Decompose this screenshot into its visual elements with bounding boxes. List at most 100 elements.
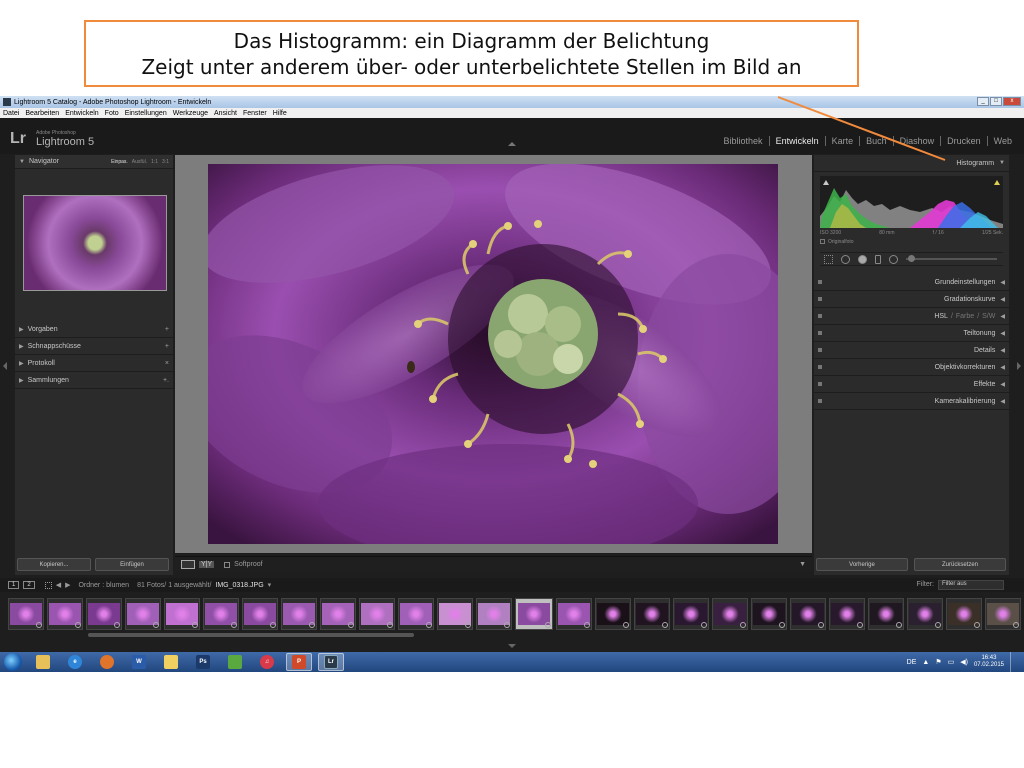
- forward-arrow-icon[interactable]: ▶: [65, 581, 70, 589]
- panel-switch-icon[interactable]: [818, 314, 822, 318]
- section-teiltonung[interactable]: Teiltonung ◀: [814, 325, 1009, 342]
- filter-select[interactable]: Filter aus: [938, 580, 1004, 590]
- module-entwickeln[interactable]: Entwickeln: [768, 136, 825, 146]
- add-icon[interactable]: +: [165, 326, 169, 333]
- firefox-taskbar-icon[interactable]: [94, 653, 120, 671]
- filmstrip-thumbnail[interactable]: [164, 598, 200, 630]
- filmstrip-thumbnail[interactable]: [790, 598, 826, 630]
- filmstrip-thumbnail[interactable]: [86, 598, 122, 630]
- loupe-view-icon[interactable]: [181, 560, 195, 569]
- toolbar-options-icon[interactable]: ▼: [799, 561, 806, 568]
- filmstrip-thumbnail[interactable]: [829, 598, 865, 630]
- menu-bearbeiten[interactable]: Bearbeiten: [25, 110, 59, 117]
- menu-fenster[interactable]: Fenster: [243, 110, 267, 117]
- original-photo-checkbox[interactable]: [820, 239, 825, 244]
- minimize-button[interactable]: _: [977, 97, 989, 106]
- panel-switch-icon[interactable]: [818, 331, 822, 335]
- module-buch[interactable]: Buch: [859, 136, 893, 146]
- volume-icon[interactable]: ◀): [960, 658, 968, 666]
- filmstrip-thumbnail[interactable]: [946, 598, 982, 630]
- filmstrip-thumbnail[interactable]: [515, 598, 553, 630]
- filmstrip-thumbnail[interactable]: [281, 598, 317, 630]
- panel-switch-icon[interactable]: [818, 399, 822, 403]
- filmstrip-thumbnail[interactable]: [595, 598, 631, 630]
- clock[interactable]: 16:43 07.02.2015: [974, 655, 1004, 669]
- panel-switch-icon[interactable]: [818, 280, 822, 284]
- lightroom-taskbar-icon[interactable]: Lr: [318, 653, 344, 671]
- photoshop-taskbar-icon[interactable]: Ps: [190, 653, 216, 671]
- show-desktop-button[interactable]: [1010, 652, 1020, 672]
- powerpoint-taskbar-icon[interactable]: P: [286, 653, 312, 671]
- left-panel-toggle-icon[interactable]: [3, 362, 7, 370]
- histogram-header[interactable]: Histogramm ▼: [814, 155, 1009, 172]
- module-web[interactable]: Web: [986, 136, 1018, 146]
- module-diashow[interactable]: Diashow: [892, 136, 941, 146]
- module-drucken[interactable]: Drucken: [940, 136, 987, 146]
- zoom-fit[interactable]: Einpas.: [111, 159, 128, 165]
- menu-hilfe[interactable]: Hilfe: [273, 110, 287, 117]
- filmstrip-thumbnail[interactable]: [437, 598, 473, 630]
- filmstrip-scrollbar[interactable]: [88, 633, 414, 637]
- filmstrip-thumbnail[interactable]: [556, 598, 592, 630]
- menu-datei[interactable]: Datei: [3, 110, 19, 117]
- add-icon[interactable]: +: [165, 343, 169, 350]
- app-taskbar-icon[interactable]: [222, 653, 248, 671]
- zoom-1-1[interactable]: 1:1: [151, 159, 158, 165]
- module-karte[interactable]: Karte: [824, 136, 860, 146]
- menu-werkzeuge[interactable]: Werkzeuge: [173, 110, 208, 117]
- filmstrip-thumbnail[interactable]: [673, 598, 709, 630]
- filmstrip-thumbnail[interactable]: [712, 598, 748, 630]
- filmstrip-thumbnail[interactable]: [751, 598, 787, 630]
- navigator-header[interactable]: ▼ Navigator Einpas. Ausfül. 1:1 3:1: [15, 155, 173, 169]
- folder-taskbar-icon[interactable]: [158, 653, 184, 671]
- farbe-tab[interactable]: Farbe: [956, 313, 974, 320]
- panel-switch-icon[interactable]: [818, 382, 822, 386]
- filmstrip-thumbnail[interactable]: [8, 598, 44, 630]
- filmstrip-thumbnail[interactable]: [320, 598, 356, 630]
- previous-button[interactable]: Vorherige: [816, 558, 908, 571]
- red-eye-icon[interactable]: [858, 254, 867, 264]
- bottom-panel-toggle-icon[interactable]: [508, 644, 516, 648]
- adjustment-brush-slider[interactable]: [906, 255, 997, 262]
- section-kamerakalibrierung[interactable]: Kamerakalibrierung ◀: [814, 393, 1009, 410]
- menu-foto[interactable]: Foto: [105, 110, 119, 117]
- filmstrip-thumbnail[interactable]: [868, 598, 904, 630]
- main-photo[interactable]: [208, 164, 778, 544]
- language-indicator[interactable]: DE: [907, 659, 917, 666]
- crop-tool-icon[interactable]: [824, 254, 833, 264]
- filename-dropdown-icon[interactable]: ▾: [268, 581, 272, 589]
- reset-button[interactable]: Zurücksetzen: [914, 558, 1006, 571]
- tray-expand-icon[interactable]: ▲: [922, 659, 929, 666]
- shadow-clipping-icon[interactable]: [823, 180, 829, 185]
- grid-icon[interactable]: [44, 581, 52, 589]
- filmstrip-thumbnail[interactable]: [47, 598, 83, 630]
- section-hsl[interactable]: HSL / Farbe / S/W ◀: [814, 308, 1009, 325]
- section-effekte[interactable]: Effekte ◀: [814, 376, 1009, 393]
- sw-tab[interactable]: S/W: [982, 313, 995, 320]
- explorer-taskbar-icon[interactable]: [30, 653, 56, 671]
- clear-icon[interactable]: ×: [165, 360, 169, 367]
- maximize-button[interactable]: □: [990, 97, 1002, 106]
- section-schnappschuesse[interactable]: ▶ Schnappschüsse +: [15, 338, 173, 355]
- section-gradationskurve[interactable]: Gradationskurve ◀: [814, 291, 1009, 308]
- close-button[interactable]: x: [1003, 97, 1021, 106]
- start-button-icon[interactable]: [4, 653, 22, 671]
- panel-switch-icon[interactable]: [818, 365, 822, 369]
- add-icon[interactable]: +.: [163, 377, 169, 384]
- filmstrip-thumbnail[interactable]: [203, 598, 239, 630]
- highlight-clipping-icon[interactable]: [994, 180, 1000, 185]
- top-panel-toggle-icon[interactable]: [508, 142, 516, 146]
- menu-entwickeln[interactable]: Entwickeln: [65, 110, 98, 117]
- graduated-filter-icon[interactable]: [875, 254, 881, 264]
- radial-filter-icon[interactable]: [889, 254, 898, 264]
- paste-button[interactable]: Einfügen: [95, 558, 169, 571]
- section-grundeinstellungen[interactable]: Grundeinstellungen ◀: [814, 274, 1009, 291]
- section-protokoll[interactable]: ▶ Protokoll ×: [15, 355, 173, 372]
- filmstrip-thumbnail[interactable]: [359, 598, 395, 630]
- filmstrip-thumbnail[interactable]: [985, 598, 1021, 630]
- spot-removal-icon[interactable]: [841, 254, 850, 264]
- menu-ansicht[interactable]: Ansicht: [214, 110, 237, 117]
- copy-button[interactable]: Kopieren...: [17, 558, 91, 571]
- ie-taskbar-icon[interactable]: e: [62, 653, 88, 671]
- module-bibliothek[interactable]: Bibliothek: [718, 136, 769, 146]
